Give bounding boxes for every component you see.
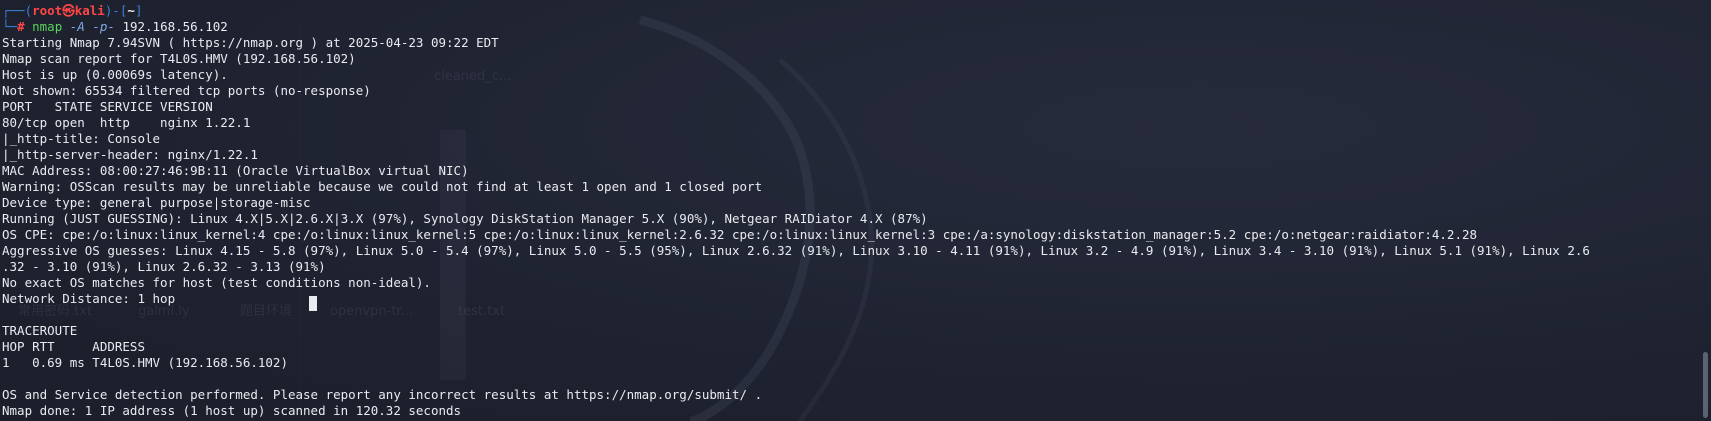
- output-line: Device type: general purpose|storage-mis…: [2, 195, 311, 210]
- terminal-window[interactable]: cleaned_c... 常用密码.txt galmi.ly 题目环境 open…: [0, 0, 1711, 421]
- output-line: Aggressive OS guesses: Linux 4.15 - 5.8 …: [2, 243, 1590, 258]
- prompt-bracket-close: ]: [134, 3, 143, 18]
- prompt-separator: )-[: [104, 3, 128, 18]
- output-line: PORT STATE SERVICE VERSION: [2, 99, 213, 114]
- prompt-frame-close: └─: [2, 19, 18, 34]
- output-line: Running (JUST GUESSING): Linux 4.X|5.X|2…: [2, 211, 928, 226]
- prompt-cwd: ~: [127, 3, 135, 18]
- output-line: Warning: OSScan results may be unreliabl…: [2, 179, 763, 194]
- scrollbar[interactable]: [1699, 0, 1711, 421]
- terminal-output: ┌──(root㉿kali)-[~] └─# nmap -A -p- 192.1…: [2, 3, 1697, 419]
- output-line: Host is up (0.00069s latency).: [2, 67, 228, 82]
- output-line: OS and Service detection performed. Plea…: [2, 387, 763, 402]
- output-line: TRACEROUTE: [2, 323, 78, 338]
- output-line: Starting Nmap 7.94SVN ( https://nmap.org…: [2, 35, 499, 50]
- output-line: Nmap done: 1 IP address (1 host up) scan…: [2, 403, 462, 418]
- output-line: 1 0.69 ms T4L0S.HMV (192.168.56.102): [2, 355, 288, 370]
- output-line: HOP RTT ADDRESS: [2, 339, 145, 354]
- output-line: .32 - 3.10 (91%), Linux 2.6.32 - 3.13 (9…: [2, 259, 326, 274]
- output-line: Not shown: 65534 filtered tcp ports (no-…: [2, 83, 371, 98]
- text-cursor: [309, 296, 317, 311]
- prompt-line: ┌──(root㉿kali)-[~]: [2, 3, 1697, 19]
- output-line: Nmap scan report for T4L0S.HMV (192.168.…: [2, 51, 356, 66]
- output-line: Network Distance: 1 hop: [2, 291, 176, 306]
- prompt-user-host: root㉿kali: [32, 3, 105, 18]
- scrollbar-thumb[interactable]: [1703, 352, 1708, 418]
- command-line: └─# nmap -A -p- 192.168.56.102: [2, 19, 1697, 35]
- prompt-frame: ┌──(: [2, 3, 33, 18]
- output-line: |_http-server-header: nginx/1.22.1: [2, 147, 258, 162]
- output-line: 80/tcp open http nginx 1.22.1: [2, 115, 251, 130]
- output-line: No exact OS matches for host (test condi…: [2, 275, 431, 290]
- output-line: |_http-title: Console: [2, 131, 161, 146]
- command-target: 192.168.56.102: [122, 19, 228, 34]
- command-flags: -A -p-: [69, 19, 115, 34]
- prompt-hash: #: [17, 19, 25, 34]
- output-line: OS CPE: cpe:/o:linux:linux_kernel:4 cpe:…: [2, 227, 1478, 242]
- output-line: MAC Address: 08:00:27:46:9B:11 (Oracle V…: [2, 163, 469, 178]
- command-name: nmap: [32, 19, 63, 34]
